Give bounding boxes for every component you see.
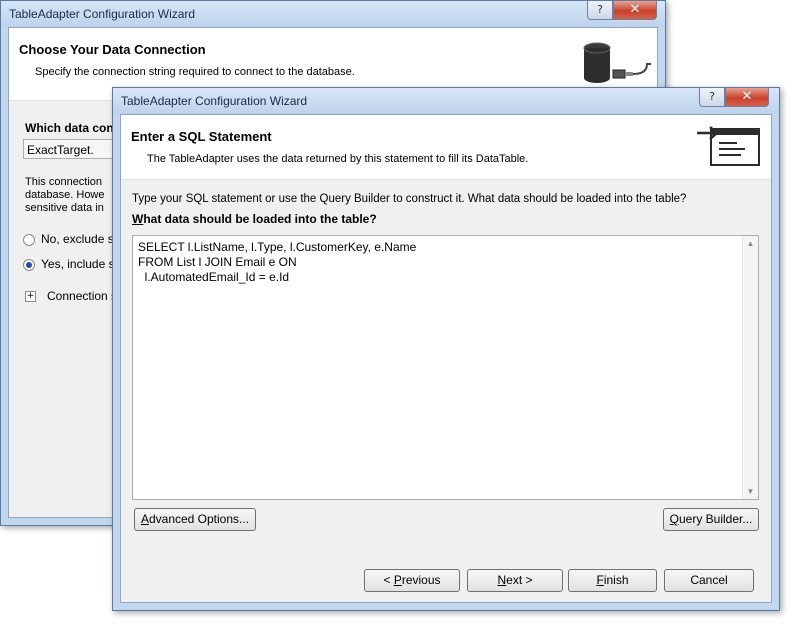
connection-string-expander[interactable]: Connection s — [47, 289, 117, 303]
sql-label-mnemonic: W — [132, 212, 144, 226]
info-line-2: database. Howe — [25, 189, 105, 201]
cancel-button[interactable]: Cancel — [664, 569, 754, 592]
front-window-title: TableAdapter Configuration Wizard — [121, 94, 308, 108]
instruction-text: Type your SQL statement or use the Query… — [132, 193, 687, 205]
finish-mnemonic: F — [596, 573, 604, 587]
info-line-1: This connection — [25, 176, 103, 188]
sql-statement-icon — [697, 126, 760, 166]
front-titlebar: TableAdapter Configuration Wizard ? ✕ — [113, 88, 779, 114]
front-wizard-window: TableAdapter Configuration Wizard ? ✕ En… — [112, 87, 780, 611]
previous-rest: revious — [401, 573, 441, 587]
info-line-3: sensitive data in — [25, 202, 104, 214]
back-window-title: TableAdapter Configuration Wizard — [9, 7, 196, 21]
query-builder-button[interactable]: Query Builder... — [663, 508, 759, 531]
sql-textarea[interactable]: SELECT l.ListName, l.Type, l.CustomerKey… — [132, 235, 759, 500]
back-header-title: Choose Your Data Connection — [19, 42, 206, 57]
scroll-up-arrow-icon[interactable]: ▲ — [743, 239, 758, 248]
front-header-desc: The TableAdapter uses the data returned … — [147, 153, 529, 165]
front-body: Type your SQL statement or use the Query… — [121, 180, 771, 602]
query-builder-mnemonic: Q — [669, 512, 679, 526]
front-header: Enter a SQL Statement The TableAdapter u… — [121, 115, 771, 180]
finish-button[interactable]: Finish — [568, 569, 657, 592]
radio-exclude-label: No, exclude s — [41, 232, 114, 246]
next-button[interactable]: Next > — [467, 569, 563, 592]
back-header-desc: Specify the connection string required t… — [35, 66, 355, 78]
next-rest: ext > — [506, 573, 533, 587]
advanced-options-rest: dvanced Options... — [148, 512, 250, 526]
next-mnemonic: N — [497, 573, 507, 587]
sql-label: What data should be loaded into the tabl… — [132, 212, 377, 226]
back-titlebar: TableAdapter Configuration Wizard ? ✕ — [1, 1, 665, 27]
front-help-button[interactable]: ? — [699, 88, 725, 107]
sql-label-rest: hat data should be loaded into the table… — [143, 212, 377, 226]
previous-button[interactable]: < Previous — [364, 569, 460, 592]
database-icon — [583, 42, 651, 83]
front-client-area: Enter a SQL Statement The TableAdapter u… — [120, 114, 772, 603]
radio-include[interactable] — [23, 259, 35, 271]
query-builder-rest: uery Builder... — [678, 512, 753, 526]
previous-lead: < — [383, 573, 394, 587]
advanced-options-button[interactable]: Advanced Options... — [134, 508, 256, 531]
radio-exclude[interactable] — [23, 234, 35, 246]
radio-include-label: Yes, include s — [41, 257, 115, 271]
finish-rest: inish — [603, 573, 629, 587]
which-connection-label: Which data con — [25, 121, 114, 135]
previous-mnemonic: P — [393, 573, 402, 587]
sql-text: SELECT l.ListName, l.Type, l.CustomerKey… — [138, 240, 417, 284]
expand-plus-icon[interactable]: + — [25, 291, 36, 302]
front-header-title: Enter a SQL Statement — [131, 129, 272, 144]
connection-value: ExactTarget. — [27, 143, 94, 157]
advanced-options-mnemonic: A — [140, 512, 149, 526]
front-close-button[interactable]: ✕ — [725, 88, 769, 107]
back-help-button[interactable]: ? — [587, 1, 613, 20]
back-close-button[interactable]: ✕ — [613, 1, 657, 20]
sql-scrollbar[interactable]: ▲ ▼ — [742, 236, 758, 499]
scroll-down-arrow-icon[interactable]: ▼ — [743, 487, 758, 496]
